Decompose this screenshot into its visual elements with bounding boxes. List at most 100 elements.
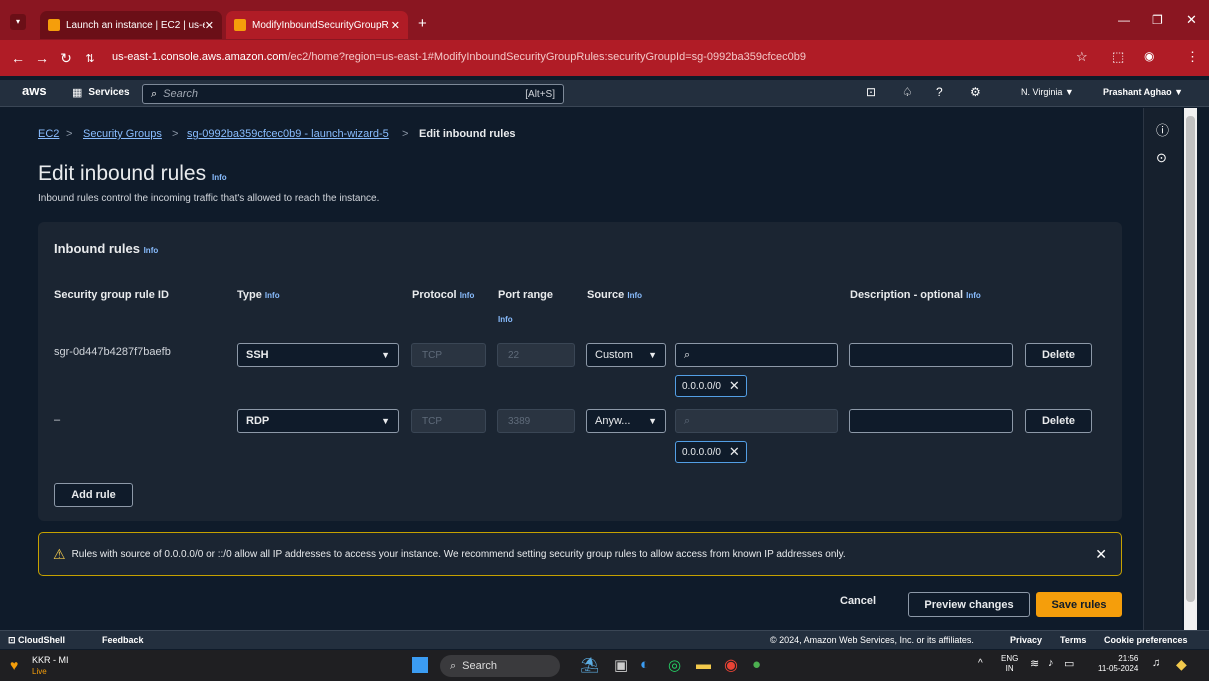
cloudshell-icon[interactable]: ⊡ [866, 85, 876, 99]
grid-icon: ▦ [72, 87, 83, 99]
services-menu-button[interactable]: ▦ Services [72, 86, 130, 99]
new-tab-button[interactable]: + [418, 15, 427, 32]
windows-taskbar: ♥ KKR - MI Live ⌕ Search ⛱ ▣ ◐ ◎ ▬ ◉ ● ^ … [0, 650, 1209, 681]
cancel-button[interactable]: Cancel [840, 595, 876, 607]
search-icon: ⌕ [151, 87, 158, 100]
page-scrollbar[interactable] [1184, 108, 1197, 630]
file-explorer-icon[interactable]: ▬ [696, 656, 711, 673]
panel-title: Inbound rules Info [54, 241, 159, 256]
restore-button[interactable]: ❐ [1152, 13, 1163, 27]
extensions-icon[interactable]: ⬚ [1112, 49, 1124, 65]
windows-start-icon[interactable] [412, 657, 428, 673]
type-select[interactable]: RDP ▼ [237, 409, 399, 433]
help-icon[interactable]: ? [936, 85, 943, 99]
source-info-link[interactable]: Info [627, 291, 642, 300]
chrome-icon[interactable]: ◉ [724, 655, 738, 675]
breadcrumb-security-group[interactable]: sg-0992ba359cfcec0b9 - launch-wizard-5 [187, 128, 389, 140]
wifi-icon[interactable]: ≋ [1030, 657, 1039, 670]
cidr-token: 0.0.0.0/0 ✕ [675, 441, 747, 463]
aws-logo[interactable]: aws [22, 83, 47, 98]
tab-launch-instance[interactable]: Launch an instance | EC2 | us-ea ✕ [40, 11, 222, 39]
widget-title[interactable]: KKR - MI [32, 655, 69, 665]
info-panel-icon[interactable]: ⓘ [1156, 120, 1169, 139]
source-type-select[interactable]: Custom ▼ [586, 343, 666, 367]
remove-token-icon[interactable]: ✕ [729, 444, 740, 460]
beach-app-icon[interactable]: ⛱ [580, 656, 599, 674]
source-cidr-search[interactable]: ⌕ [675, 343, 838, 367]
column-source: Source Info [587, 289, 643, 301]
tutorial-icon[interactable]: ⊙ [1156, 150, 1167, 166]
type-select[interactable]: SSH ▼ [237, 343, 399, 367]
notification-bell-icon[interactable]: ♫ [1152, 657, 1160, 669]
clock[interactable]: 21:56 11-05-2024 [1098, 654, 1138, 674]
add-rule-button[interactable]: Add rule [54, 483, 133, 507]
title-info-link[interactable]: Info [212, 173, 227, 182]
breadcrumb-current: Edit inbound rules [419, 128, 516, 140]
panel-info-link[interactable]: Info [144, 246, 159, 255]
account-menu[interactable]: Prashant Aghao ▼ [1103, 87, 1183, 97]
cloudshell-link[interactable]: ⊡ CloudShell [8, 635, 65, 646]
edge-browser-icon[interactable]: ◐ [640, 656, 649, 673]
tab-modify-inbound[interactable]: ModifyInboundSecurityGroupR ✕ [226, 11, 408, 39]
minimize-button[interactable]: — [1118, 13, 1130, 27]
back-arrow-icon[interactable]: ← [6, 50, 30, 66]
url-field[interactable]: us-east-1.console.aws.amazon.com/ec2/hom… [112, 51, 806, 63]
region-selector[interactable]: N. Virginia ▼ [1021, 87, 1074, 97]
description-input[interactable] [849, 343, 1013, 367]
scrollbar-thumb[interactable] [1186, 116, 1195, 602]
preview-changes-button[interactable]: Preview changes [908, 592, 1030, 617]
cookie-preferences-link[interactable]: Cookie preferences [1104, 635, 1188, 645]
console-search-input[interactable]: ⌕ Search [Alt+S] [142, 84, 564, 104]
copilot-icon[interactable]: ◆ [1176, 656, 1187, 673]
app-icon[interactable]: ● [752, 656, 761, 673]
type-info-link[interactable]: Info [265, 291, 280, 300]
delete-rule-button[interactable]: Delete [1025, 409, 1092, 433]
warning-alert: ⚠ Rules with source of 0.0.0.0/0 or ::/0… [38, 532, 1122, 576]
tab-close-icon[interactable]: ✕ [391, 19, 400, 32]
dismiss-warning-icon[interactable]: ✕ [1095, 546, 1107, 563]
weather-widget-icon[interactable]: ♥ [10, 657, 18, 673]
protocol-field: TCP [411, 409, 486, 433]
breadcrumb-security-groups[interactable]: Security Groups [83, 128, 162, 140]
description-input[interactable] [849, 409, 1013, 433]
close-window-button[interactable]: ✕ [1186, 12, 1197, 28]
save-rules-button[interactable]: Save rules [1036, 592, 1122, 617]
terms-link[interactable]: Terms [1060, 635, 1086, 645]
description-info-link[interactable]: Info [966, 291, 981, 300]
source-type-select[interactable]: Anyw... ▼ [586, 409, 666, 433]
site-settings-icon[interactable]: ⇅ [78, 52, 102, 65]
widget-subtitle: Live [32, 667, 47, 676]
copyright-text: © 2024, Amazon Web Services, Inc. or its… [770, 635, 974, 645]
inbound-rules-panel [38, 222, 1122, 521]
tray-overflow-icon[interactable]: ^ [978, 658, 983, 669]
whatsapp-icon[interactable]: ◎ [668, 656, 681, 674]
rule-id-cell: sgr-0d447b4287f7baefb [54, 346, 171, 358]
breadcrumb-ec2[interactable]: EC2 [38, 128, 59, 140]
taskbar-search[interactable]: ⌕ Search [440, 655, 560, 677]
port-info-link[interactable]: Info [498, 315, 513, 324]
battery-icon[interactable]: ▭ [1064, 657, 1074, 670]
console-footer: ⊡ CloudShell Feedback © 2024, Amazon Web… [0, 630, 1209, 649]
tab-search-button[interactable]: ▾ [10, 14, 26, 30]
column-port-range: Port range [498, 289, 554, 301]
port-range-field: 3389 [497, 409, 575, 433]
tab-close-icon[interactable]: ✕ [205, 19, 214, 32]
feedback-link[interactable]: Feedback [102, 635, 144, 645]
notifications-bell-icon[interactable]: ♤ [902, 85, 913, 99]
column-description: Description - optional Info [850, 289, 981, 301]
taskview-icon[interactable]: ▣ [614, 656, 628, 674]
port-range-field: 22 [497, 343, 575, 367]
reload-icon[interactable]: ↻ [54, 50, 78, 67]
language-indicator[interactable]: ENG IN [1001, 654, 1018, 674]
bookmark-star-icon[interactable]: ☆ [1076, 49, 1088, 65]
privacy-link[interactable]: Privacy [1010, 635, 1042, 645]
browser-tab-bar: ▾ Launch an instance | EC2 | us-ea ✕ Mod… [0, 0, 1209, 40]
delete-rule-button[interactable]: Delete [1025, 343, 1092, 367]
protocol-info-link[interactable]: Info [460, 291, 475, 300]
settings-gear-icon[interactable]: ⚙ [970, 85, 981, 99]
volume-icon[interactable]: ♪ [1048, 657, 1054, 669]
remove-token-icon[interactable]: ✕ [729, 378, 740, 394]
browser-menu-icon[interactable]: ⋮ [1186, 49, 1199, 65]
forward-arrow-icon[interactable]: → [30, 50, 54, 66]
profile-avatar[interactable]: ◉ [1144, 49, 1154, 63]
